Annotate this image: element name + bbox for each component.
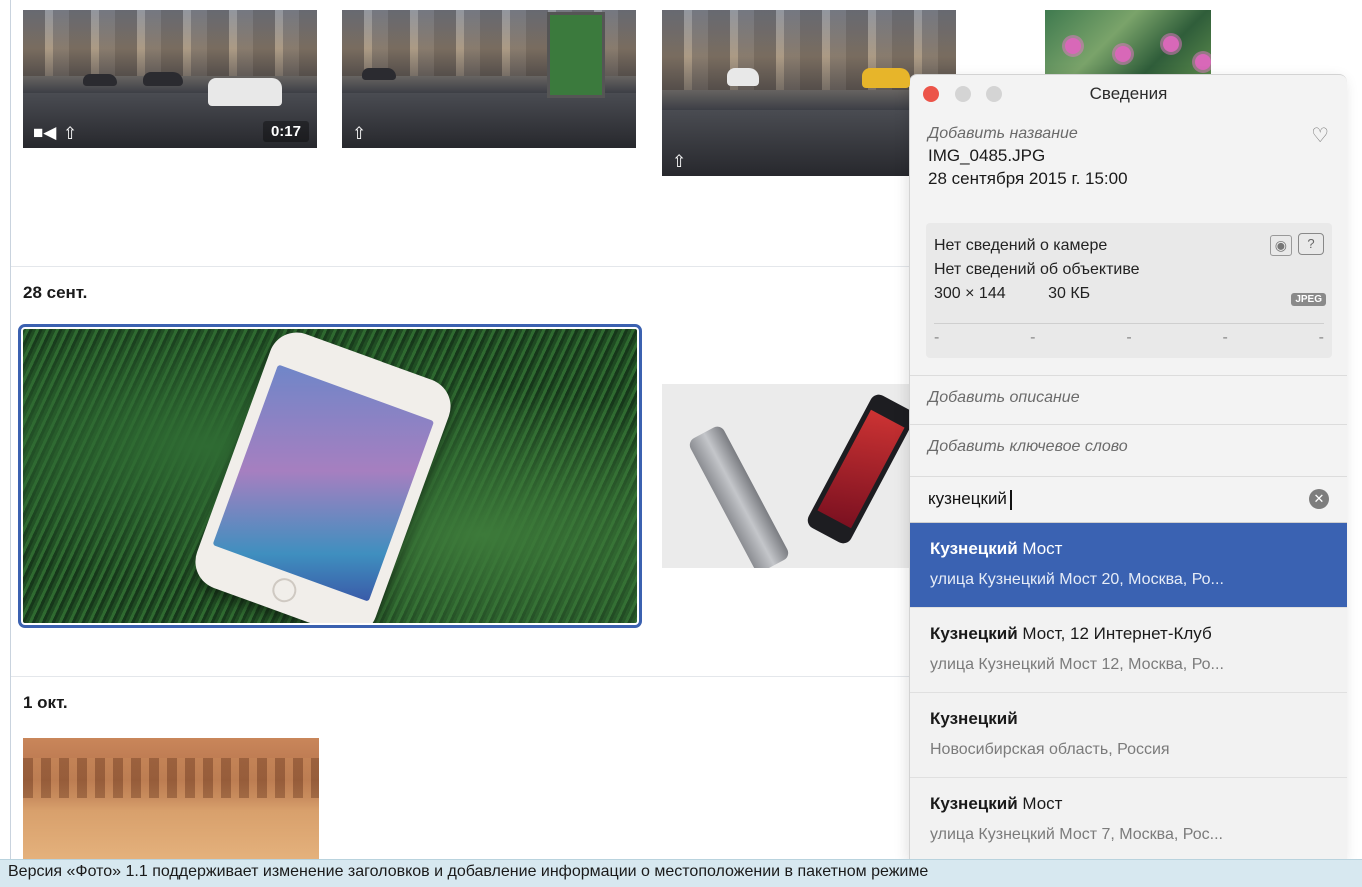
suggestion-title-rest: Мост — [1017, 794, 1063, 813]
photo-thumbnail[interactable]: ■◀ ⇧ 0:17 — [23, 10, 317, 148]
text-caret — [1009, 489, 1012, 510]
photo-subject — [187, 329, 459, 623]
add-description-field[interactable]: Добавить описание — [910, 375, 1347, 425]
suggestion-title-rest: Мост, 12 Интернет-Клуб — [1017, 624, 1212, 643]
location-suggestion[interactable]: Кузнецкий Новосибирская область, Россия — [910, 693, 1347, 778]
suggestion-match: Кузнецкий — [930, 709, 1018, 728]
location-suggestion[interactable]: Кузнецкий Мост улица Кузнецкий Мост 7, М… — [910, 778, 1347, 859]
photo-thumbnail[interactable] — [23, 738, 319, 859]
lens-info: Нет сведений об объективе — [934, 261, 1140, 278]
exif-value: - — [1126, 329, 1132, 346]
selected-photo-thumbnail[interactable] — [18, 324, 642, 628]
info-panel: Сведения Добавить название IMG_0485.JPG … — [909, 74, 1347, 859]
exif-value: - — [1222, 329, 1228, 346]
suggestion-subtitle: улица Кузнецкий Мост 12, Москва, Ро... — [930, 656, 1224, 673]
location-input-text: кузнецкий — [928, 489, 1007, 508]
suggestion-match: Кузнецкий — [930, 794, 1018, 813]
exif-values: - - - - - — [934, 329, 1324, 347]
section-date-header: 28 сент. — [23, 283, 88, 302]
video-icon: ■◀ — [33, 123, 57, 142]
exif-value: - — [1318, 329, 1324, 346]
location-suggestion[interactable]: Кузнецкий Мост, 12 Интернет-Клуб улица К… — [910, 608, 1347, 693]
suggestion-title-rest: Мост — [1017, 539, 1063, 558]
suggestion-match: Кузнецкий — [930, 624, 1018, 643]
file-size: 30 КБ — [1048, 285, 1091, 302]
location-suggestions-list: Кузнецкий Мост улица Кузнецкий Мост 20, … — [910, 522, 1347, 859]
section-divider — [11, 266, 911, 267]
exif-value: - — [1030, 329, 1036, 346]
camera-metadata-box: Нет сведений о камере Нет сведений об об… — [926, 223, 1332, 358]
exif-value: - — [934, 329, 940, 346]
share-icon[interactable]: ⇧ — [63, 125, 77, 142]
photo-header: Добавить название IMG_0485.JPG 28 сентяб… — [910, 113, 1347, 237]
image-dimensions: 300 × 144 — [934, 285, 1006, 302]
share-icon[interactable]: ⇧ — [352, 125, 366, 142]
location-input[interactable]: кузнецкий ✕ — [910, 476, 1347, 522]
add-title-field[interactable]: Добавить название — [928, 125, 1329, 143]
suggestion-subtitle: Новосибирская область, Россия — [930, 741, 1170, 758]
camera-wb-icon: ◉ — [1269, 235, 1292, 256]
photo-thumbnail[interactable] — [1045, 10, 1211, 76]
metadata-divider — [934, 323, 1324, 324]
clear-icon[interactable]: ✕ — [1309, 489, 1329, 509]
location-suggestion[interactable]: Кузнецкий Мост улица Кузнецкий Мост 20, … — [910, 523, 1347, 608]
suggestion-subtitle: улица Кузнецкий Мост 7, Москва, Рос... — [930, 826, 1223, 843]
file-name: IMG_0485.JPG — [928, 146, 1046, 165]
video-duration: 0:17 — [262, 121, 309, 142]
format-badge: JPEG — [1291, 293, 1326, 306]
figure-caption: Версия «Фото» 1.1 поддерживает изменение… — [0, 859, 1362, 887]
section-date-header: 1 окт. — [23, 693, 68, 712]
share-icon[interactable]: ⇧ — [672, 153, 686, 170]
question-icon: ? — [1298, 233, 1324, 255]
photo-thumbnail[interactable] — [662, 384, 920, 568]
heart-icon[interactable]: ♡ — [1311, 123, 1329, 148]
panel-titlebar[interactable]: Сведения — [910, 75, 1347, 113]
camera-info: Нет сведений о камере — [934, 237, 1108, 254]
add-keyword-field[interactable]: Добавить ключевое слово — [910, 424, 1347, 474]
suggestion-match: Кузнецкий — [930, 539, 1018, 558]
photo-thumbnail[interactable]: ⇧ — [342, 10, 636, 148]
photo-datetime: 28 сентября 2015 г. 15:00 — [928, 169, 1128, 188]
image-dimensions-row: 300 × 144 30 КБ — [934, 285, 1324, 303]
suggestion-subtitle: улица Кузнецкий Мост 20, Москва, Ро... — [930, 571, 1224, 588]
section-divider — [11, 676, 911, 677]
panel-title: Сведения — [1089, 84, 1168, 103]
